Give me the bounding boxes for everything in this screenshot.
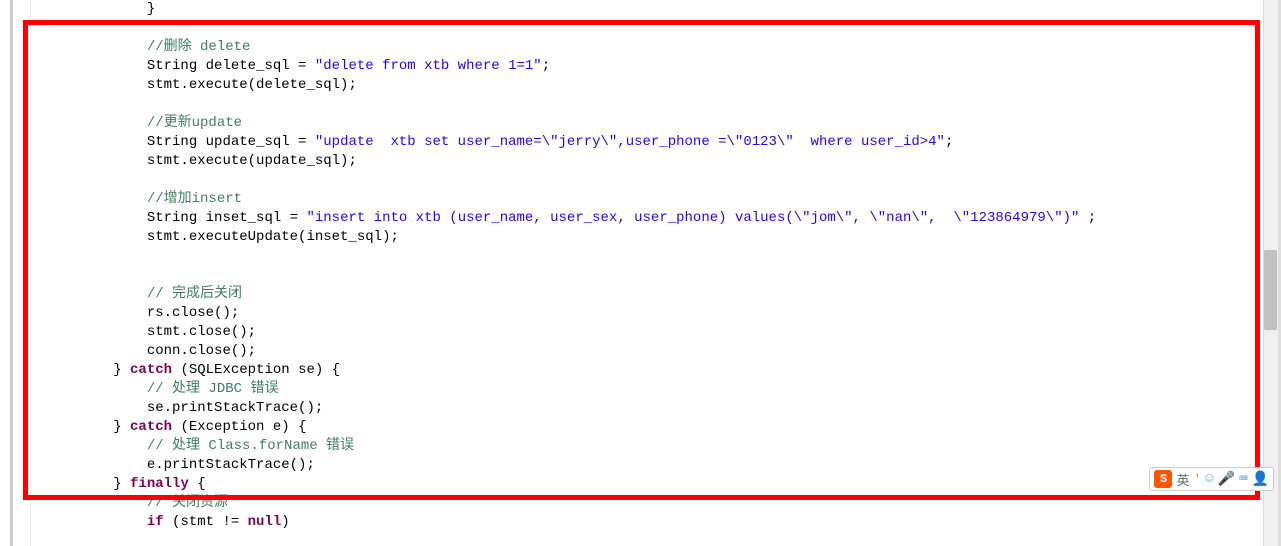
code-token-keyword: catch	[130, 419, 172, 435]
code-token-plain: rs.close();	[147, 305, 239, 321]
code-line[interactable]: } catch (SQLException se) {	[46, 361, 1263, 380]
ime-toolbar[interactable]: S 英 ' ☺ 🎤 ⌨ 👤	[1149, 467, 1274, 491]
code-token-string: "delete from xtb where 1=1"	[315, 58, 542, 74]
code-line[interactable]: // 完成后关闭	[46, 285, 1263, 304]
code-line[interactable]: //更新update	[46, 114, 1263, 133]
code-line[interactable]	[46, 95, 1263, 114]
code-line[interactable]: String update_sql = "update xtb set user…	[46, 133, 1263, 152]
code-line[interactable]: stmt.execute(delete_sql);	[46, 76, 1263, 95]
ime-emoji-icon[interactable]: ☺	[1205, 471, 1213, 487]
code-line[interactable]: String inset_sql = "insert into xtb (use…	[46, 209, 1263, 228]
code-line[interactable]	[46, 19, 1263, 38]
code-token-string: "insert into xtb (user_name, user_sex, u…	[306, 210, 1079, 226]
code-token-keyword: null	[248, 514, 282, 530]
ime-user-icon[interactable]: 👤	[1252, 471, 1269, 488]
code-line[interactable]: }	[46, 0, 1263, 19]
code-token-plain: )	[281, 514, 289, 530]
ime-logo-icon[interactable]: S	[1154, 470, 1172, 488]
code-token-keyword: if	[147, 514, 164, 530]
ime-mic-icon[interactable]: 🎤	[1218, 471, 1235, 488]
code-token-comment: //增加insert	[147, 191, 242, 207]
code-token-plain: conn.close();	[147, 343, 256, 359]
code-token-plain: }	[113, 362, 130, 378]
code-token-keyword: finally	[130, 476, 189, 492]
code-line[interactable]: // 处理 Class.forName 错误	[46, 437, 1263, 456]
code-token-keyword: catch	[130, 362, 172, 378]
code-token-plain: {	[189, 476, 206, 492]
code-line[interactable]	[46, 247, 1263, 266]
vertical-scrollbar[interactable]	[1263, 0, 1278, 546]
code-token-plain: stmt.close();	[147, 324, 256, 340]
ime-language-label[interactable]: 英	[1176, 470, 1189, 489]
code-token-comment: //删除 delete	[147, 39, 251, 55]
code-token-plain: }	[147, 1, 155, 17]
code-line[interactable]: // 关闭资源	[46, 494, 1263, 513]
code-line[interactable]: e.printStackTrace();	[46, 456, 1263, 475]
code-token-plain: (Exception e) {	[172, 419, 306, 435]
code-token-plain: stmt.execute(delete_sql);	[147, 77, 357, 93]
ime-keyboard-icon[interactable]: ⌨	[1239, 471, 1247, 488]
ime-separator: '	[1193, 472, 1201, 487]
code-line[interactable]	[46, 171, 1263, 190]
code-line[interactable]: // 处理 JDBC 错误	[46, 380, 1263, 399]
code-line[interactable]: se.printStackTrace();	[46, 399, 1263, 418]
code-token-comment: // 关闭资源	[147, 495, 228, 511]
code-line[interactable]: conn.close();	[46, 342, 1263, 361]
code-token-plain: se.printStackTrace();	[147, 400, 323, 416]
code-line[interactable]: stmt.executeUpdate(inset_sql);	[46, 228, 1263, 247]
code-token-plain: e.printStackTrace();	[147, 457, 315, 473]
code-line[interactable]: //增加insert	[46, 190, 1263, 209]
code-token-plain: ;	[542, 58, 550, 74]
code-token-plain: (SQLException se) {	[172, 362, 340, 378]
code-line[interactable]: //删除 delete	[46, 38, 1263, 57]
code-line[interactable]: String delete_sql = "delete from xtb whe…	[46, 57, 1263, 76]
code-token-comment: // 处理 Class.forName 错误	[147, 438, 354, 454]
code-token-plain: ;	[945, 134, 953, 150]
code-token-comment: // 处理 JDBC 错误	[147, 381, 279, 397]
code-line[interactable]: if (stmt != null)	[46, 513, 1263, 532]
code-token-plain: String inset_sql =	[147, 210, 307, 226]
code-token-comment: //更新update	[147, 115, 242, 131]
code-token-plain: }	[113, 419, 130, 435]
code-line[interactable]	[46, 266, 1263, 285]
code-area[interactable]: } //删除 delete String delete_sql = "delet…	[30, 0, 1263, 546]
code-line[interactable]: rs.close();	[46, 304, 1263, 323]
code-line[interactable]: stmt.execute(update_sql);	[46, 152, 1263, 171]
code-token-plain: ;	[1079, 210, 1096, 226]
left-margin-bar	[10, 0, 13, 546]
code-token-plain: String update_sql =	[147, 134, 315, 150]
code-token-plain: stmt.executeUpdate(inset_sql);	[147, 229, 399, 245]
code-token-plain: String delete_sql =	[147, 58, 315, 74]
code-token-plain: stmt.execute(update_sql);	[147, 153, 357, 169]
code-line[interactable]: } finally {	[46, 475, 1263, 494]
editor-container: } //删除 delete String delete_sql = "delet…	[0, 0, 1281, 546]
code-token-plain: }	[113, 476, 130, 492]
code-token-plain: (stmt !=	[164, 514, 248, 530]
code-line[interactable]: stmt.close();	[46, 323, 1263, 342]
scroll-thumb[interactable]	[1264, 250, 1277, 330]
code-token-comment: // 完成后关闭	[147, 286, 242, 302]
code-line[interactable]: } catch (Exception e) {	[46, 418, 1263, 437]
code-token-string: "update xtb set user_name=\"jerry\",user…	[315, 134, 945, 150]
